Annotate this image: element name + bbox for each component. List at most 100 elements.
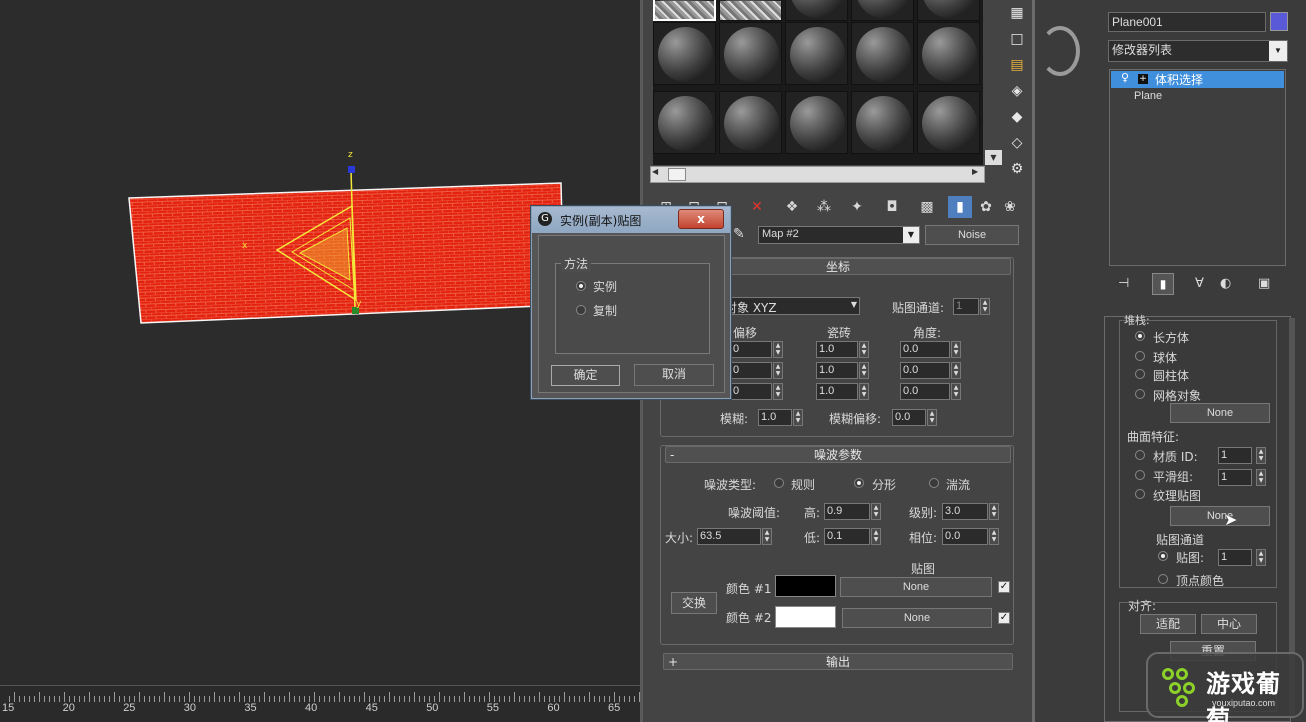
angle-u-spinner[interactable]: ▲ ▼ — [951, 341, 961, 358]
go-forward-sibling-icon[interactable]: ❀ — [998, 196, 1022, 218]
output-expand-toggle[interactable]: + — [668, 654, 678, 670]
smoothing-group-input[interactable]: 1 — [1218, 469, 1252, 486]
smoothing-group-radio[interactable] — [1135, 470, 1145, 480]
output-header[interactable]: + 输出 — [663, 653, 1013, 670]
stack-item-plane[interactable]: Plane — [1134, 90, 1162, 102]
material-sample-slot[interactable] — [917, 22, 980, 85]
angle-w-input[interactable]: 0.0 — [900, 383, 950, 400]
low-spinner[interactable]: ▲ ▼ — [871, 528, 881, 545]
close-icon[interactable]: x — [678, 209, 724, 229]
tiling-w-input[interactable]: 1.0 — [816, 383, 858, 400]
shape-box-radio[interactable] — [1135, 331, 1145, 341]
shape-cylinder-radio[interactable] — [1135, 369, 1145, 379]
mesh-object-pick-button[interactable]: None — [1170, 403, 1270, 423]
offset-v-input[interactable]: 0 — [730, 362, 772, 379]
make-preview-icon[interactable]: ◇ — [1008, 134, 1026, 152]
center-button[interactable]: 中心 — [1201, 614, 1257, 634]
noise-params-header[interactable]: - 噪波参数 — [665, 446, 1011, 463]
offset-w-spinner[interactable]: ▲ ▼ — [773, 383, 783, 400]
uv-tiling-icon[interactable]: ◈ — [1008, 82, 1026, 100]
size-spinner[interactable]: ▲ ▼ — [762, 528, 772, 545]
noise-collapse-toggle[interactable]: - — [670, 447, 674, 463]
blur-input[interactable]: 1.0 — [758, 409, 792, 426]
high-spinner[interactable]: ▲ ▼ — [871, 503, 881, 520]
offset-u-spinner[interactable]: ▲ ▼ — [773, 341, 783, 358]
material-id-spinner[interactable]: ▲ ▼ — [1256, 447, 1266, 464]
color2-map-checkbox[interactable]: ✓ — [998, 612, 1010, 624]
shape-mesh-radio[interactable] — [1135, 389, 1145, 399]
material-sample-slot[interactable] — [917, 91, 980, 154]
go-to-parent-icon[interactable]: ✿ — [974, 196, 998, 218]
color2-map-button[interactable]: None — [842, 608, 992, 628]
angle-v-input[interactable]: 0.0 — [900, 362, 950, 379]
angle-u-input[interactable]: 0.0 — [900, 341, 950, 358]
sample-type-icon[interactable]: ▦ — [1008, 4, 1026, 22]
background-icon[interactable]: ▤ — [1008, 56, 1026, 74]
view-cube[interactable] — [1040, 26, 1080, 76]
material-sample-slot[interactable] — [851, 91, 914, 154]
method-copy-radio[interactable] — [576, 305, 586, 315]
map-channel-spinner[interactable]: ▲ ▼ — [980, 298, 990, 315]
put-to-library-icon[interactable]: ✦ — [845, 196, 869, 218]
eyedropper-icon[interactable]: ✎ — [733, 226, 745, 242]
levels-input[interactable]: 3.0 — [942, 503, 988, 520]
make-unique-icon[interactable]: ⁂ — [812, 196, 836, 218]
material-sample-slot[interactable] — [917, 0, 980, 21]
tiling-u-input[interactable]: 1.0 — [816, 341, 858, 358]
map-channel-input[interactable]: 1 — [953, 298, 979, 315]
make-copy-icon[interactable]: ❖ — [780, 196, 804, 218]
backlight-icon[interactable]: □ — [1008, 30, 1026, 48]
dialog-titlebar[interactable]: G 实例(副本)贴图 x — [532, 207, 730, 233]
material-sample-slot[interactable] — [719, 91, 782, 154]
color1-map-checkbox[interactable]: ✓ — [998, 581, 1010, 593]
smoothing-group-spinner[interactable]: ▲ ▼ — [1256, 469, 1266, 486]
slots-scroll-down[interactable]: ▼ — [985, 150, 1002, 165]
tiling-u-spinner[interactable]: ▲ ▼ — [859, 341, 869, 358]
levels-spinner[interactable]: ▲ ▼ — [989, 503, 999, 520]
cancel-button[interactable]: 取消 — [634, 364, 714, 386]
show-map-icon[interactable]: ▩ — [915, 196, 939, 218]
map-type-button[interactable]: Noise — [925, 225, 1019, 245]
offset-w-input[interactable]: 0 — [730, 383, 772, 400]
material-sample-slot[interactable] — [653, 22, 716, 85]
timeline-ruler[interactable]: 15 20 25 30 35 40 45 50 55 60 65 — [0, 685, 645, 722]
show-end-result-icon[interactable]: ▮ — [948, 196, 972, 218]
ok-button[interactable]: 确定 — [551, 365, 620, 386]
noise-type-fractal-radio[interactable] — [854, 478, 864, 488]
swap-button[interactable]: 交换 — [671, 592, 717, 614]
shape-sphere-radio[interactable] — [1135, 351, 1145, 361]
texture-map-button[interactable]: None — [1170, 506, 1270, 526]
phase-input[interactable]: 0.0 — [942, 528, 988, 545]
angle-v-spinner[interactable]: ▲ ▼ — [951, 362, 961, 379]
offset-u-input[interactable]: 0 — [730, 341, 772, 358]
show-end-result-toggle-icon[interactable]: ▮ — [1152, 273, 1174, 295]
material-sample-slot[interactable] — [653, 91, 716, 154]
low-input[interactable]: 0.1 — [824, 528, 870, 545]
high-input[interactable]: 0.9 — [824, 503, 870, 520]
tiling-v-input[interactable]: 1.0 — [816, 362, 858, 379]
material-id-input[interactable]: 1 — [1218, 447, 1252, 464]
reset-map-icon[interactable]: ✕ — [745, 196, 769, 218]
color1-swatch[interactable] — [775, 575, 836, 597]
configure-sets-icon[interactable]: ▣ — [1258, 276, 1270, 291]
angle-w-spinner[interactable]: ▲ ▼ — [951, 383, 961, 400]
noise-type-regular-radio[interactable] — [774, 478, 784, 488]
material-sample-slot[interactable] — [785, 91, 848, 154]
material-sample-slot[interactable] — [851, 22, 914, 85]
modifier-list-dropdown[interactable]: 修改器列表 ▼ — [1108, 40, 1288, 62]
noise-type-turbulence-radio[interactable] — [929, 478, 939, 488]
expand-plus-icon[interactable]: + — [1138, 74, 1148, 84]
blur-offset-input[interactable]: 0.0 — [892, 409, 926, 426]
tiling-v-spinner[interactable]: ▲ ▼ — [859, 362, 869, 379]
material-sample-slot[interactable] — [719, 0, 782, 21]
phase-spinner[interactable]: ▲ ▼ — [989, 528, 999, 545]
vertex-color-radio[interactable] — [1158, 574, 1168, 584]
object-name-field[interactable]: Plane001 — [1108, 12, 1266, 32]
make-unique-stack-icon[interactable]: ∀ — [1195, 276, 1204, 291]
map-channel-radio[interactable] — [1158, 551, 1168, 561]
hscroll-right[interactable]: ▶ — [972, 167, 978, 176]
material-id-radio[interactable] — [1135, 450, 1145, 460]
object-color-swatch[interactable] — [1270, 12, 1288, 31]
map-name-field[interactable]: Map #2 ▼ — [758, 226, 920, 244]
blur-spinner[interactable]: ▲ ▼ — [793, 409, 803, 426]
